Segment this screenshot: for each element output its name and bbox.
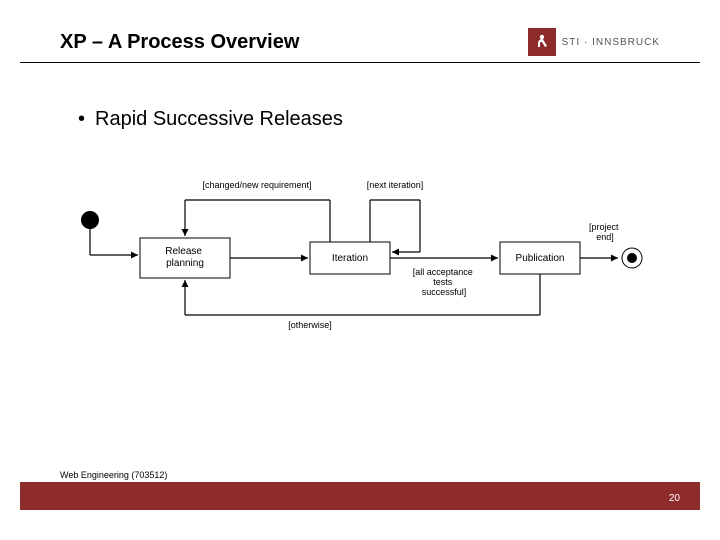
footer-text: Web Engineering (703512): [60, 470, 167, 480]
otherwise-label: [otherwise]: [288, 320, 332, 330]
slide: XP – A Process Overview STI · INNSBRUCK …: [0, 0, 720, 540]
iteration-label: Iteration: [332, 253, 368, 264]
release-planning-label: Release planning: [165, 246, 204, 269]
end-node-inner: [627, 253, 637, 263]
logo-text: STI · INNSBRUCK: [562, 37, 660, 48]
bullet-item: Rapid Successive Releases: [78, 108, 343, 131]
project-end-label: [project end]: [589, 222, 621, 242]
changed-req-label: [changed/new requirement]: [202, 180, 311, 190]
divider: [20, 62, 700, 63]
publication-label: Publication: [516, 253, 565, 264]
start-node: [81, 211, 99, 229]
logo-text-b: INNSBRUCK: [592, 37, 660, 48]
brand-logo: STI · INNSBRUCK: [528, 28, 660, 56]
process-diagram: Release planning Iteration [all acceptan…: [60, 160, 660, 340]
title-row: XP – A Process Overview STI · INNSBRUCK: [60, 28, 660, 56]
logo-text-a: STI: [562, 37, 581, 48]
footer-bar: [20, 482, 700, 510]
next-iteration-label: [next iteration]: [367, 180, 424, 190]
page-number: 20: [669, 493, 680, 504]
page-title: XP – A Process Overview: [60, 31, 299, 54]
logo-icon: [528, 28, 556, 56]
tests-ok-label: [all acceptance tests successful]: [413, 267, 476, 297]
